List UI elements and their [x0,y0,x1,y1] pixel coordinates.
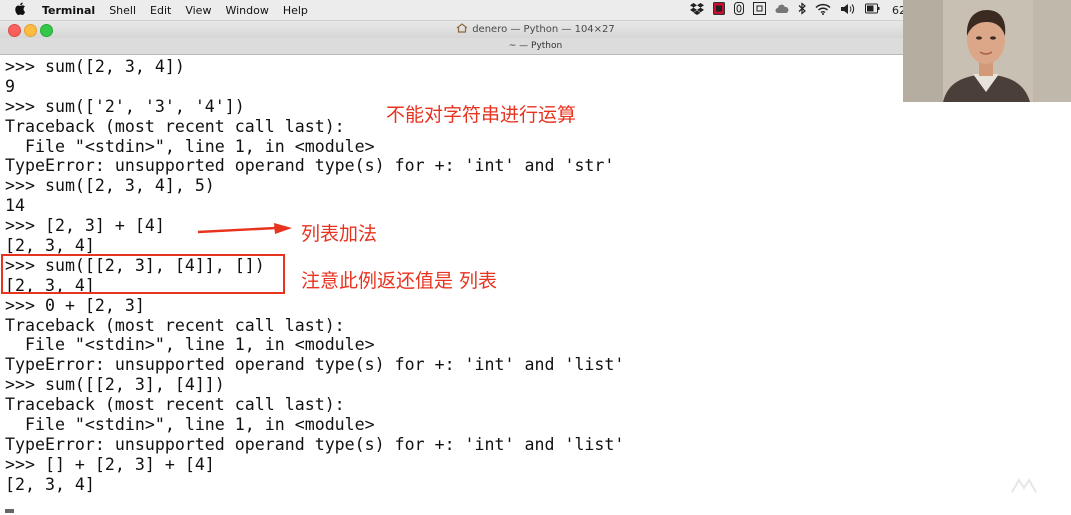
dropbox-icon[interactable] [690,2,704,18]
apple-icon[interactable] [12,2,28,18]
terminal-line: >>> 0 + [2, 3] [5,295,145,315]
terminal-line: >>> sum([[2, 3], [4]]) [5,375,225,395]
zero-icon[interactable] [734,2,744,18]
terminal-line: File "<stdin>", line 1, in <module> [5,415,375,435]
terminal-line: 14 [5,196,25,216]
close-button[interactable] [8,24,21,37]
watermark-logo-icon [1010,478,1038,498]
battery-icon[interactable] [865,3,881,17]
terminal-line: [2, 3, 4] [5,474,95,494]
menu-shell[interactable]: Shell [109,4,136,17]
terminal-line: >>> sum([2, 3, 4], 5) [5,176,215,196]
annotation-arrow-icon [197,223,292,234]
annotation-return-list-note: 注意此例返还值是 列表 [301,270,498,292]
annotation-list-add-note: 列表加法 [301,223,378,245]
terminal-prompt-line[interactable] [5,495,885,515]
tab-python[interactable]: ~ — Python [509,41,562,51]
menu-edit[interactable]: Edit [150,4,171,17]
terminal-line: 9 [5,76,15,96]
terminal-line: File "<stdin>", line 1, in <module> [5,136,375,156]
zoom-button[interactable] [40,24,53,37]
text-cursor [5,508,14,513]
annotation-string-note: 不能对字符串进行运算 [386,104,577,126]
terminal-line: TypeError: unsupported operand type(s) f… [5,156,615,176]
terminal-line: File "<stdin>", line 1, in <module> [5,335,375,355]
terminal-line: Traceback (most recent call last): [5,395,345,415]
terminal-line: TypeError: unsupported operand type(s) f… [5,355,625,375]
bluetooth-icon[interactable] [798,2,806,18]
terminal-line: >>> [] + [2, 3] + [4] [5,454,215,474]
presenter-webcam-image [903,0,1071,102]
minimize-button[interactable] [24,24,37,37]
cloud-icon[interactable] [775,3,789,18]
terminal-line: Traceback (most recent call last): [5,315,345,335]
record-icon[interactable] [713,2,725,18]
terminal-line: [2, 3, 4] [5,236,95,256]
menu-view[interactable]: View [185,4,211,17]
home-folder-icon [456,23,468,36]
window-title: denero — Python — 104×27 [472,24,615,35]
menu-app-terminal[interactable]: Terminal [42,4,95,17]
terminal-line: >>> sum([2, 3, 4]) [5,57,185,76]
menu-window[interactable]: Window [225,4,268,17]
wifi-icon[interactable] [815,3,831,18]
volume-icon[interactable] [840,3,856,18]
terminal-line: >>> [2, 3] + [4] [5,216,165,236]
menu-bar-status-area: 62 [690,0,906,20]
terminal-line: TypeError: unsupported operand type(s) f… [5,434,625,454]
annotation-highlight-box [1,254,285,294]
menu-help[interactable]: Help [283,4,308,17]
grid-icon[interactable] [753,2,766,18]
